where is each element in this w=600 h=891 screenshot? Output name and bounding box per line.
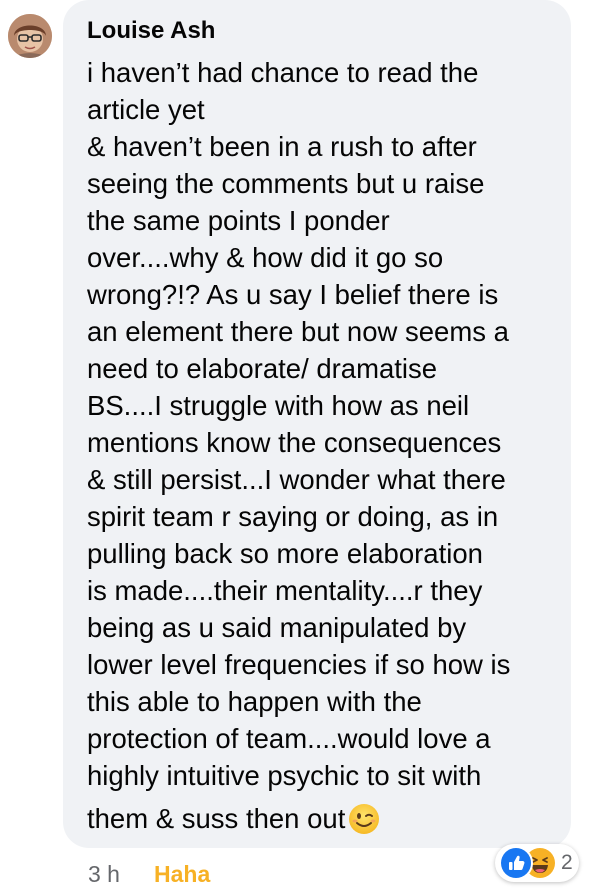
comment-line: pulling back so more elaboration (87, 538, 483, 569)
avatar-photo (8, 14, 52, 58)
comment-line: & haven’t been in a rush to after (87, 131, 477, 162)
comment-line: mentions know the consequences (87, 427, 502, 458)
comment-timestamp[interactable]: 3 h (88, 861, 120, 887)
comment-line: wrong?!? As u say I belief there is (87, 279, 499, 310)
comment-line: BS....I struggle with how as neil (87, 390, 470, 421)
comment-line: the same points I ponder (87, 205, 390, 236)
comment-bubble: Louise Ash i haven’t had chance to read … (63, 0, 571, 848)
comment-line: article yet (87, 94, 205, 125)
reactions-badge[interactable]: 2 (495, 844, 579, 882)
reaction-count: 2 (561, 851, 573, 874)
comment-line: over....why & how did it go so (87, 242, 444, 273)
comment-line: highly intuitive psychic to sit with (87, 760, 482, 791)
avatar[interactable] (8, 14, 52, 58)
wink-emoji-icon (348, 803, 380, 835)
comment-line: protection of team....would love a (87, 723, 491, 754)
comment-line: an element there but now seems a (87, 316, 509, 347)
reaction-action-haha[interactable]: Haha (154, 860, 210, 888)
comment-line: is made....their mentality....r they (87, 575, 483, 606)
comment-line: this able to happen with the (87, 686, 422, 717)
comment-line: spirit team r saying or doing, as in (87, 501, 499, 532)
comment-line: them & suss then out (87, 803, 346, 834)
comment-line: i haven’t had chance to read the (87, 57, 479, 88)
comment-line: need to elaborate/ dramatise (87, 353, 438, 384)
comment-last-line: them & suss then out (87, 800, 553, 837)
comment-line: being as u said manipulated by (87, 612, 467, 643)
comment-line: & still persist...I wonder what there (87, 464, 506, 495)
comment-author[interactable]: Louise Ash (87, 16, 553, 46)
comment-line: lower level frequencies if so how is (87, 649, 511, 680)
like-icon (499, 846, 533, 880)
comment-text: i haven’t had chance to read the article… (87, 54, 553, 837)
comment-meta: 3 h Haha (88, 860, 210, 888)
comment-line: seeing the comments but u raise (87, 168, 485, 199)
